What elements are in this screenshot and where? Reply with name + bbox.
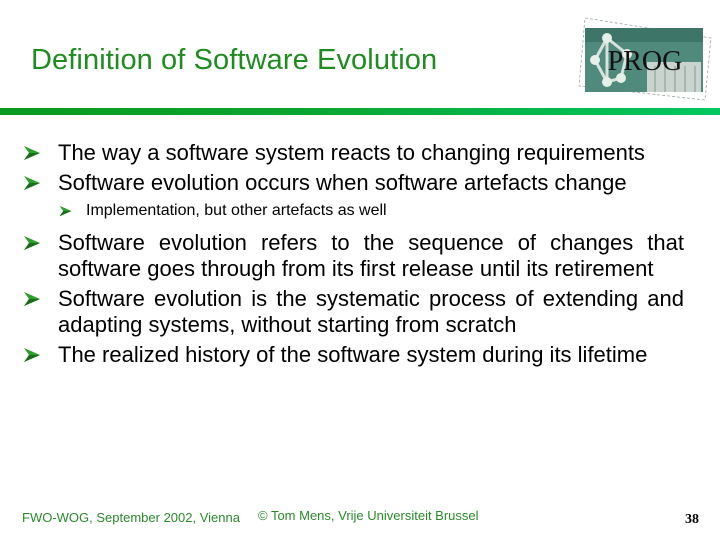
arrow-bullet-icon xyxy=(59,205,72,217)
bullet-item: Software evolution refers to the sequenc… xyxy=(22,230,684,282)
bullet-item: The realized history of the software sys… xyxy=(22,342,684,368)
bullet-item: The way a software system reacts to chan… xyxy=(22,140,684,166)
arrow-bullet-icon xyxy=(24,146,40,160)
arrow-bullet-icon xyxy=(24,236,40,250)
footer-event: FWO-WOG, September 2002, Vienna xyxy=(22,510,240,525)
title-divider-bar xyxy=(0,108,720,115)
bullet-text: Implementation, but other artefacts as w… xyxy=(86,202,387,219)
bullet-text: The way a software system reacts to chan… xyxy=(58,140,645,165)
svg-text:PROG: PROG xyxy=(608,46,683,77)
slide-number: 38 xyxy=(685,512,699,527)
arrow-bullet-icon xyxy=(24,292,40,306)
bullet-item: Software evolution is the systematic pro… xyxy=(22,286,684,338)
bullet-list: The way a software system reacts to chan… xyxy=(22,140,684,372)
arrow-bullet-icon xyxy=(24,348,40,362)
sub-bullet-item: Implementation, but other artefacts as w… xyxy=(22,200,684,222)
slide-title: Definition of Software Evolution xyxy=(31,44,438,76)
bullet-item: Software evolution occurs when software … xyxy=(22,170,684,196)
arrow-bullet-icon xyxy=(24,176,40,190)
footer-copyright: © Tom Mens, Vrije Universiteit Brussel xyxy=(258,508,479,523)
bullet-text: Software evolution refers to the sequenc… xyxy=(58,230,684,281)
bullet-text: Software evolution occurs when software … xyxy=(58,170,627,195)
prog-logo: PROG xyxy=(577,16,717,102)
bullet-text: Software evolution is the systematic pro… xyxy=(58,286,684,337)
prog-logo-icon: PROG xyxy=(578,17,712,101)
bullet-text: The realized history of the software sys… xyxy=(58,342,648,367)
